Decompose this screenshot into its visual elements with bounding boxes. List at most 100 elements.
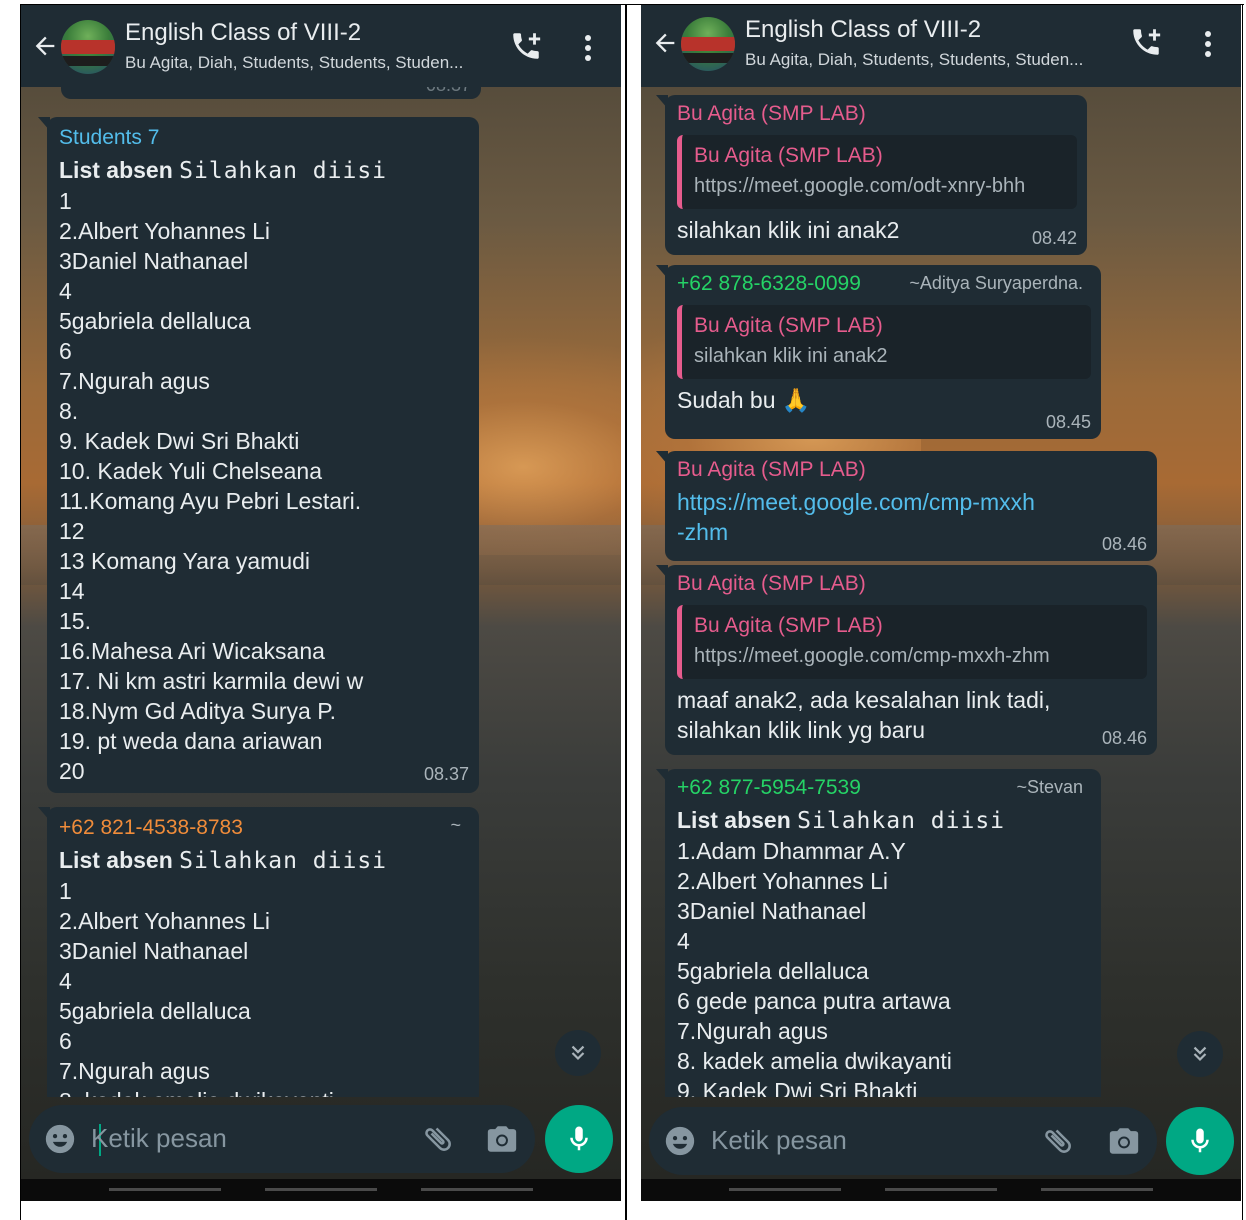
quoted-message[interactable]: Bu Agita (SMP LAB) silahkan klik ini ana… <box>677 305 1091 379</box>
quoted-sender: Bu Agita (SMP LAB) <box>694 614 883 637</box>
nav-back[interactable] <box>1041 1188 1153 1191</box>
message-text: maaf anak2, ada kesalahan link tadi, <box>677 687 1051 713</box>
message-sender[interactable]: Bu Agita (SMP LAB) <box>677 569 1147 599</box>
message-input-bar[interactable]: Ketik pesan <box>29 1105 535 1173</box>
message-time: 08.37 <box>423 764 469 784</box>
message-input-bar[interactable]: Ketik pesan <box>649 1107 1157 1175</box>
group-title[interactable]: English Class of VIII-2 <box>745 16 981 44</box>
group-title[interactable]: English Class of VIII-2 <box>125 19 361 47</box>
list-item: 7.Ngurah agus <box>59 1058 210 1084</box>
message-bubble-cut[interactable]: 08.37 <box>61 87 481 99</box>
quoted-text: https://meet.google.com/cmp-mxxh-zhm <box>694 645 1050 667</box>
message-sender[interactable]: Bu Agita (SMP LAB) <box>677 99 1077 129</box>
attendance-list: 1.Adam Dhammar A.Y 2.Albert Yohannes Li … <box>677 836 1091 1097</box>
message-input[interactable]: Ketik pesan <box>711 1125 847 1156</box>
list-item: 4 <box>59 968 72 994</box>
quoted-sender: Bu Agita (SMP LAB) <box>694 314 883 337</box>
back-arrow-icon[interactable] <box>31 32 59 60</box>
list-item: 7.Ngurah agus <box>59 368 210 394</box>
nav-home[interactable] <box>265 1188 377 1191</box>
nav-back[interactable] <box>421 1188 533 1191</box>
avatar-band-dark <box>61 56 115 66</box>
system-nav-bar <box>21 1179 621 1201</box>
list-item: 1.Adam Dhammar A.Y <box>677 838 906 864</box>
nav-recent[interactable] <box>109 1188 221 1191</box>
title-bold: List absen <box>677 807 791 833</box>
group-members[interactable]: Bu Agita, Diah, Students, Students, Stud… <box>125 53 463 73</box>
list-item: 9. Kadek Dwi Sri Bhakti <box>677 1078 918 1097</box>
camera-icon[interactable] <box>1107 1124 1141 1158</box>
list-item: 10. Kadek Yuli Chelseana <box>59 458 322 484</box>
chat-area[interactable]: Bu Agita (SMP LAB) Bu Agita (SMP LAB) ht… <box>641 87 1241 1097</box>
message-bubble[interactable]: Bu Agita (SMP LAB) Bu Agita (SMP LAB) ht… <box>656 565 1157 755</box>
avatar-band <box>681 37 735 51</box>
message-sender[interactable]: Bu Agita (SMP LAB) <box>677 455 1147 485</box>
message-text: silahkan klik ini anak2 <box>677 217 900 243</box>
attach-clip-icon[interactable] <box>421 1122 455 1156</box>
scroll-down-button[interactable] <box>1177 1031 1223 1077</box>
title-bold: List absen <box>59 157 173 183</box>
list-item: 15. <box>59 608 91 634</box>
scroll-down-icon <box>1193 1046 1207 1062</box>
quoted-message[interactable]: Bu Agita (SMP LAB) https://meet.google.c… <box>677 135 1077 209</box>
list-item: 9. Kadek Dwi Sri Bhakti <box>59 428 300 454</box>
add-call-icon[interactable] <box>509 29 543 63</box>
message-title: List absen Silahkan diisi <box>59 155 467 186</box>
message-bubble[interactable]: +62 877-5954-7539 ~Stevan List absen Sil… <box>656 769 1101 1097</box>
meet-link-cont[interactable]: -zhm <box>677 517 1147 547</box>
message-pushname: ~Aditya Suryaperdna. <box>909 273 1083 293</box>
message-sender[interactable]: +62 821-4538-8783 <box>59 813 467 843</box>
list-item: 8. <box>59 398 79 424</box>
message-input[interactable]: Ketik pesan <box>91 1123 227 1154</box>
nav-home[interactable] <box>885 1188 997 1191</box>
emoji-icon[interactable] <box>43 1122 77 1156</box>
quoted-message[interactable]: Bu Agita (SMP LAB) https://meet.google.c… <box>677 605 1147 679</box>
list-item: 17. Ni km astri karmila dewi w <box>59 668 364 694</box>
attach-clip-icon[interactable] <box>1041 1124 1075 1158</box>
title-bold: List absen <box>59 847 173 873</box>
more-vert-icon[interactable] <box>579 33 597 63</box>
meet-link[interactable]: https://meet.google.com/cmp-mxxh <box>677 487 1147 517</box>
message-bubble[interactable]: +62 821-4538-8783 ~ List absen Silahkan … <box>38 807 479 1097</box>
message-time: 08.46 <box>1101 534 1147 554</box>
add-call-icon[interactable] <box>1129 25 1163 59</box>
list-item: 6 gede panca putra artawa <box>677 988 951 1014</box>
group-avatar[interactable] <box>681 17 735 71</box>
more-vert-icon[interactable] <box>1199 29 1217 59</box>
message-bubble[interactable]: Bu Agita (SMP LAB) https://meet.google.c… <box>656 451 1157 561</box>
message-text: Sudah bu 🙏 <box>677 387 811 413</box>
attendance-list: 1 2.Albert Yohannes Li 3Daniel Nathanael… <box>59 186 467 786</box>
chat-area[interactable]: 08.37 Students 7 List absen Silahkan dii… <box>21 87 621 1097</box>
voice-record-button[interactable] <box>1166 1107 1234 1175</box>
nav-recent[interactable] <box>729 1188 841 1191</box>
list-item: 6 <box>59 1028 72 1054</box>
voice-record-button[interactable] <box>545 1105 613 1173</box>
message-bubble[interactable]: Students 7 List absen Silahkan diisi 1 2… <box>38 117 479 793</box>
scroll-down-button[interactable] <box>555 1030 601 1076</box>
title-mono: Silahkan diisi <box>179 158 388 184</box>
message-time: 08.46 <box>1101 728 1147 748</box>
list-item: 16.Mahesa Ari Wicaksana <box>59 638 325 664</box>
message-time: 08.42 <box>1031 228 1077 248</box>
list-item: 18.Nym Gd Aditya Surya P. <box>59 698 336 724</box>
message-bubble[interactable]: Bu Agita (SMP LAB) Bu Agita (SMP LAB) ht… <box>656 95 1087 255</box>
frame-divider <box>625 4 627 1220</box>
group-members[interactable]: Bu Agita, Diah, Students, Students, Stud… <box>745 50 1083 70</box>
list-item: 4 <box>59 278 72 304</box>
list-item: 4 <box>677 928 690 954</box>
list-item: 2.Albert Yohannes Li <box>677 868 889 894</box>
list-item: 3Daniel Nathanael <box>677 898 867 924</box>
emoji-icon[interactable] <box>663 1124 697 1158</box>
list-item: 14 <box>59 578 85 604</box>
title-mono: Silahkan diisi <box>797 808 1006 834</box>
message-bubble[interactable]: +62 878-6328-0099 ~Aditya Suryaperdna. B… <box>656 265 1101 439</box>
back-arrow-icon[interactable] <box>651 29 679 57</box>
list-item: 19. pt weda dana ariawan <box>59 728 323 754</box>
message-text: silahkan klik link yg baru <box>677 717 926 743</box>
list-item: 5gabriela dellaluca <box>59 308 251 334</box>
camera-icon[interactable] <box>485 1122 519 1156</box>
group-avatar[interactable] <box>61 20 115 74</box>
avatar-band-dark <box>681 53 735 63</box>
message-sender[interactable]: Students 7 <box>59 123 467 153</box>
list-item: 11.Komang Ayu Pebri Lestari. <box>59 488 362 514</box>
